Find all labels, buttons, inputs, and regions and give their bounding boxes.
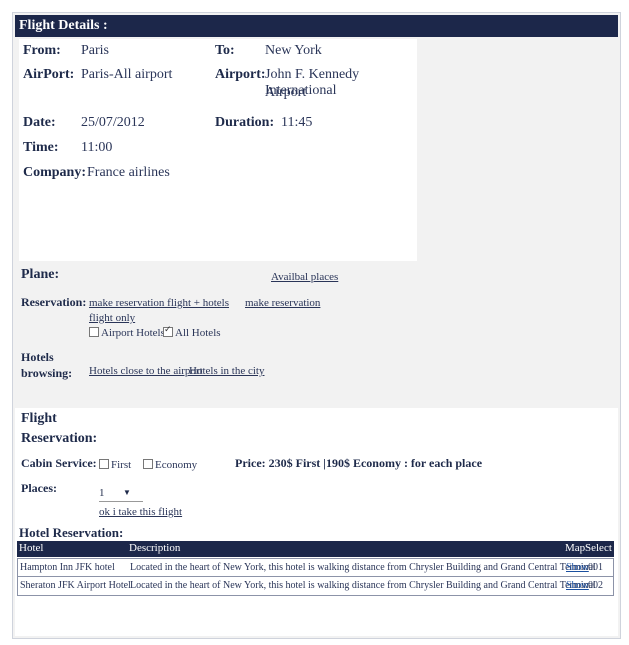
price-text: Price: 230$ First |190$ Economy : for ea… — [235, 456, 483, 470]
airport-label-destination: Airport: — [215, 67, 266, 82]
hotel-description: Located in the heart of New York, this h… — [130, 580, 596, 591]
table-row[interactable]: Hampton Inn JFK hotel Located in the hea… — [17, 558, 614, 577]
flight-info-card: From: Paris To: New York AirPort: Paris-… — [19, 39, 417, 261]
duration-label: Duration: — [215, 115, 275, 130]
available-places-link[interactable]: Availbal places — [271, 271, 338, 283]
first-class-checkbox[interactable]: First — [99, 459, 131, 471]
hotels-city-link[interactable]: Hotels in the city — [189, 365, 264, 377]
places-select-value: 1 — [99, 487, 105, 499]
airport-label-origin: AirPort: — [23, 67, 75, 82]
company-label: Company: — [23, 165, 87, 180]
flight-details-header: Flight Details : — [15, 15, 618, 37]
hotel-name: Hampton Inn JFK hotel — [20, 562, 115, 573]
places-label: Places: — [21, 481, 57, 495]
places-select[interactable]: 1 ▼ — [99, 487, 143, 502]
select-code[interactable]: 002 — [588, 580, 603, 591]
all-hotels-checkbox[interactable]: All Hotels — [163, 324, 221, 339]
company-value: France airlines — [87, 165, 170, 180]
date-value: 25/07/2012 — [81, 115, 145, 130]
airport-hotels-checkbox[interactable]: Airport Hotels — [89, 327, 165, 339]
time-value: 11:00 — [81, 140, 113, 155]
to-label: To: — [215, 43, 235, 58]
hotel-description: Located in the heart of New York, this h… — [130, 562, 596, 573]
dropdown-arrow-icon: ▼ — [123, 488, 131, 497]
cabin-service-label: Cabin Service: — [21, 456, 97, 470]
hotel-name: Sheraton JFK Airport Hotel — [20, 580, 131, 591]
flight-details-panel: Flight Details : From: Paris To: New Yor… — [12, 12, 621, 639]
from-value: Paris — [81, 43, 109, 58]
time-label: Time: — [23, 140, 59, 155]
confirm-flight-link[interactable]: ok i take this flight — [99, 506, 182, 518]
hotel-reservation-title: Hotel Reservation: — [19, 525, 124, 540]
economy-label: Economy — [155, 459, 198, 471]
airport-value-origin: Paris-All airport — [81, 67, 173, 82]
col-hotel: Hotel — [19, 542, 44, 554]
checkbox-icon — [143, 459, 153, 469]
checkbox-icon — [89, 327, 99, 337]
flight-reservation-title-line2: Reservation: — [21, 431, 98, 446]
hotel-table-header: Hotel Description Map Select — [17, 541, 614, 557]
airport-hotels-checkbox-label: Airport Hotels — [101, 327, 165, 339]
plane-label: Plane: — [21, 267, 60, 282]
first-class-label: First — [111, 459, 132, 471]
reserve-flight-hotels-link[interactable]: make reservation flight + hotels — [89, 297, 229, 309]
col-map: Map — [565, 542, 586, 554]
economy-checkbox[interactable]: Economy — [143, 459, 197, 471]
map-show-link[interactable]: Show — [566, 562, 589, 573]
flight-reservation-title: Flight — [21, 411, 57, 426]
duration-value: 11:45 — [281, 115, 313, 130]
date-label: Date: — [23, 115, 56, 130]
hotels-browsing-label-line2: browsing: — [21, 366, 73, 380]
checkbox-checked-icon — [163, 324, 173, 337]
make-reservation-link[interactable]: make reservation — [245, 297, 320, 309]
to-value: New York — [265, 43, 322, 58]
col-select: Select — [585, 542, 612, 554]
hotels-browsing-label: Hotels — [21, 350, 54, 364]
reservation-label: Reservation: — [21, 295, 87, 309]
from-label: From: — [23, 43, 61, 58]
hotels-airport-link[interactable]: Hotels close to the airport — [89, 365, 203, 377]
flight-only-link[interactable]: flight only — [89, 312, 135, 324]
select-code[interactable]: 001 — [588, 562, 603, 573]
reservation-section — [15, 408, 618, 636]
table-row[interactable]: Sheraton JFK Airport Hotel Located in th… — [17, 577, 614, 596]
all-hotels-checkbox-label: All Hotels — [175, 327, 221, 339]
col-description: Description — [129, 542, 181, 554]
map-show-link[interactable]: Show — [566, 580, 589, 591]
checkbox-icon — [99, 459, 109, 469]
airport-value-destination-line2: Airport — [265, 85, 307, 100]
